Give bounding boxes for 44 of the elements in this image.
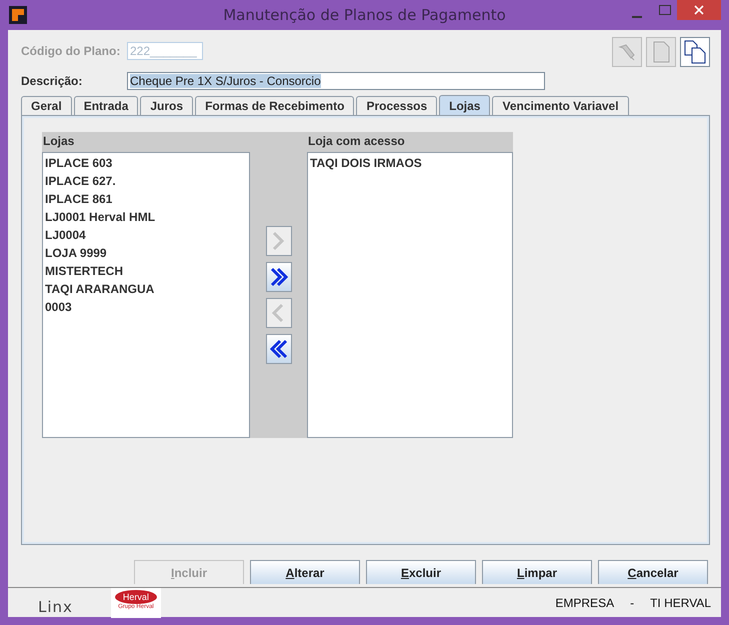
- list-item[interactable]: 0003: [45, 298, 247, 316]
- list-item[interactable]: IPLACE 861: [45, 190, 247, 208]
- action-button[interactable]: Cancelar: [598, 560, 708, 584]
- double-chevron-right-icon: [268, 266, 288, 288]
- action-button[interactable]: Alterar: [250, 560, 360, 584]
- field-label: Código do Plano:: [21, 44, 122, 58]
- logo-text: Herval: [114, 590, 157, 604]
- double-chevron-left-icon: [268, 338, 288, 360]
- list-item[interactable]: IPLACE 603: [45, 154, 247, 172]
- list-heading: Loja com acesso: [307, 133, 406, 150]
- status-text: -: [630, 596, 634, 610]
- close-icon: [694, 5, 704, 15]
- flashlight-icon: [617, 42, 637, 62]
- tab[interactable]: Lojas: [439, 95, 490, 115]
- tab[interactable]: Entrada: [74, 96, 138, 115]
- window-title: Manutenção de Planos de Pagamento: [223, 6, 506, 24]
- list-item[interactable]: LOJA 9999: [45, 244, 247, 262]
- list-item[interactable]: IPLACE 627.: [45, 172, 247, 190]
- tab[interactable]: Vencimento Variavel: [492, 96, 629, 115]
- toolbar-button[interactable]: [680, 37, 710, 67]
- status-text: TI HERVAL: [650, 596, 711, 610]
- list-heading: Lojas: [42, 133, 76, 150]
- list-item[interactable]: LJ0004: [45, 226, 247, 244]
- app-logo-icon: [9, 6, 27, 24]
- status-text: EMPRESA: [555, 596, 614, 610]
- list-item[interactable]: LJ0001 Herval HML: [45, 208, 247, 226]
- transfer-button[interactable]: [266, 262, 292, 292]
- action-button[interactable]: Excluir: [366, 560, 476, 584]
- tab[interactable]: Formas de Recebimento: [195, 96, 354, 115]
- list-item[interactable]: MISTERTECH: [45, 262, 247, 280]
- linx-logo: Linx: [38, 598, 73, 616]
- action-button[interactable]: Limpar: [482, 560, 592, 584]
- copy-icon: [684, 40, 706, 64]
- tab[interactable]: Geral: [21, 96, 72, 115]
- maximize-icon[interactable]: [659, 5, 671, 15]
- list-item[interactable]: TAQI ARARANGUA: [45, 280, 247, 298]
- close-button[interactable]: [677, 0, 721, 20]
- page-icon: [651, 41, 671, 63]
- field-label: Descrição:: [21, 74, 84, 88]
- list-item[interactable]: TAQI DOIS IRMAOS: [310, 154, 510, 172]
- tab[interactable]: Juros: [140, 96, 194, 115]
- description-field[interactable]: Cheque Pre 1X S/Juros - Consorcio: [127, 72, 545, 90]
- tab[interactable]: Processos: [356, 96, 438, 115]
- transfer-button[interactable]: [266, 334, 292, 364]
